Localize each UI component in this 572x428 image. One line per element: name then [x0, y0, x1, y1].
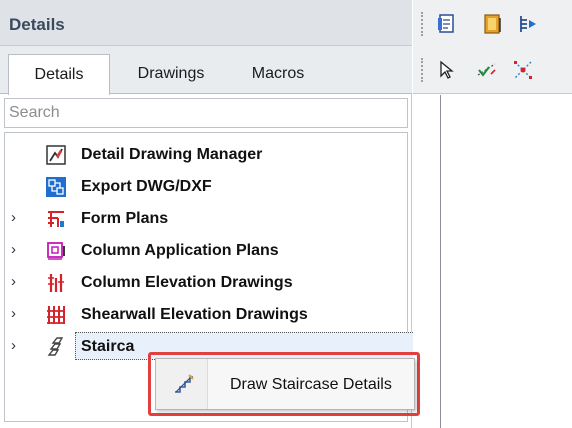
context-menu-item-draw-staircase-details[interactable]: Draw Staircase Details	[160, 364, 410, 404]
tab-strip: Details Drawings Macros	[0, 46, 412, 95]
tree-item-form-plans[interactable]: › Form Plans	[5, 203, 405, 235]
chevron-right-icon[interactable]: ›	[11, 338, 25, 353]
drawing-manager-icon	[45, 144, 67, 166]
tree-item-shearwall-elevation-drawings[interactable]: › Shearwall Elevation Drawings	[5, 299, 405, 331]
context-menu: Draw Staircase Details	[155, 358, 415, 410]
book-icon[interactable]	[481, 12, 505, 36]
toolbar-grip[interactable]	[421, 12, 423, 36]
tree-item-label: Stairca	[81, 338, 135, 355]
toolbar	[413, 0, 572, 94]
check-line-icon[interactable]	[475, 58, 499, 82]
panel-header: Details	[0, 0, 412, 46]
chevron-right-icon[interactable]: ›	[11, 274, 25, 289]
tree-item-export-dwg-dxf[interactable]: Export DWG/DXF	[5, 171, 405, 203]
chevron-right-icon[interactable]: ›	[11, 242, 25, 257]
chevron-right-icon[interactable]: ›	[11, 306, 25, 321]
pointer-icon[interactable]	[435, 58, 459, 82]
export-dwg-icon	[45, 176, 67, 198]
context-menu-item-label: Draw Staircase Details	[230, 376, 392, 393]
shearwall-elevation-icon	[45, 304, 67, 326]
tree-item-label: Column Elevation Drawings	[81, 274, 293, 291]
sheet-icon[interactable]	[435, 12, 459, 36]
canvas-divider	[440, 95, 441, 428]
arrow-table-icon[interactable]	[517, 12, 541, 36]
tree-item-label: Shearwall Elevation Drawings	[81, 306, 308, 323]
toolbar-grip[interactable]	[421, 58, 423, 82]
tab-drawings[interactable]: Drawings	[116, 54, 226, 94]
form-plans-icon	[45, 208, 67, 230]
column-elevation-icon	[45, 272, 67, 294]
chevron-right-icon[interactable]: ›	[11, 210, 25, 225]
panel-title: Details	[9, 15, 65, 34]
tree-item-column-application-plans[interactable]: › Column Application Plans	[5, 235, 405, 267]
column-application-icon	[45, 240, 67, 262]
tree-item-label: Export DWG/DXF	[81, 178, 212, 195]
drawing-canvas[interactable]	[413, 95, 572, 428]
staircase-icon	[45, 336, 67, 358]
tree-item-label: Form Plans	[81, 210, 169, 227]
staircase-draw-icon	[172, 372, 196, 396]
tree-item-label: Detail Drawing Manager	[81, 146, 263, 163]
drawing-area	[413, 0, 572, 428]
dimension-icon[interactable]	[511, 58, 535, 82]
search-input[interactable]	[4, 98, 408, 128]
tab-macros[interactable]: Macros	[226, 54, 330, 94]
tab-details[interactable]: Details	[8, 54, 110, 95]
tree-item-label: Column Application Plans	[81, 242, 279, 259]
tree-item-detail-drawing-manager[interactable]: Detail Drawing Manager	[5, 139, 405, 171]
tree-item-column-elevation-drawings[interactable]: › Column Elevation Drawings	[5, 267, 405, 299]
